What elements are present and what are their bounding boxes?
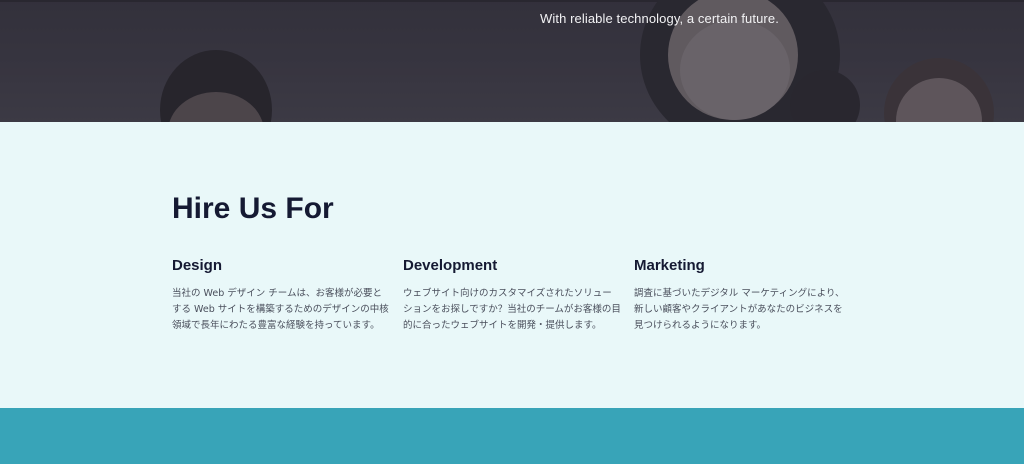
service-description-marketing: 調査に基づいたデジタル マーケティングにより、新しい顧客やクライアントがあなたの… [634,288,845,331]
service-description-design: 当社の Web デザイン チームは、お客様が必要とする Web サイトを構築する… [172,288,389,331]
hire-us-section: Hire Us For Design 当社の Web デザイン チームは、お客様… [0,122,1024,408]
hero-tagline: With reliable technology, a certain futu… [540,11,779,26]
service-title-marketing: Marketing [634,257,705,274]
service-card-design: Design 当社の Web デザイン チームは、お客様が必要とする Web サ… [172,257,392,334]
service-description-development: ウェブサイト向けのカスタマイズされたソリューションをお探しですか？当社のチームが… [403,288,621,331]
hero-dark-overlay [0,0,1024,122]
section-heading: Hire Us For [172,192,334,225]
service-title-development: Development [403,257,498,274]
footer-band [0,408,1024,464]
service-title-design: Design [172,257,223,274]
service-card-development: Development ウェブサイト向けのカスタマイズされたソリューションをお探… [403,257,623,334]
hero-banner: With reliable technology, a certain futu… [0,0,1024,122]
service-card-marketing: Marketing 調査に基づいたデジタル マーケティングにより、新しい顧客やク… [634,257,854,334]
